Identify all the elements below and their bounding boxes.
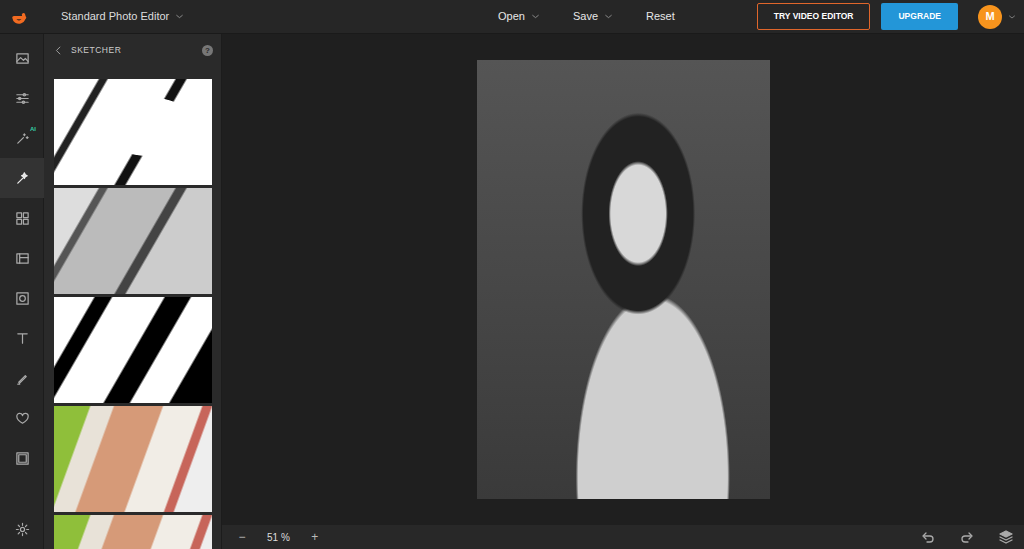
back-icon[interactable] [53,45,64,56]
frame-icon [15,291,30,306]
bottom-bar: − 51 % + [222,525,1024,549]
rail-item[interactable] [0,238,44,278]
photo[interactable] [477,60,770,499]
rail-item[interactable] [0,158,44,198]
rail-item[interactable] [0,438,44,478]
overlay-icon [15,251,30,266]
ai-badge: AI [30,125,36,134]
redo-icon[interactable] [936,529,975,545]
canvas-column: − 51 % + [222,34,1024,549]
preset-thumbnail[interactable] [54,188,212,294]
rail-item[interactable] [0,278,44,318]
menu-label[interactable]: Open [498,8,525,25]
preset-thumbnail[interactable] [54,297,212,403]
caret-icon [1002,13,1024,21]
workspace: AI SKETCHER? − 51 % + [0,34,1024,549]
gear-icon [15,522,30,537]
zoom-in-button[interactable]: + [307,528,323,546]
undo-icon[interactable] [897,529,936,545]
rail-item[interactable] [0,398,44,438]
rail-item[interactable] [0,318,44,358]
rail-item[interactable] [0,198,44,238]
layers-icon[interactable] [975,529,1014,545]
grid-icon [15,211,30,226]
adjust-icon [15,91,30,106]
ai-magic-icon [15,131,30,146]
panel-header: SKETCHER? [44,34,221,64]
draw-icon [15,371,30,386]
user-avatar[interactable]: M [978,5,1002,29]
preset-thumbnail[interactable] [54,406,212,512]
menu-label[interactable]: Reset [646,8,675,25]
menu-label[interactable]: Save [573,8,598,25]
preset-list [44,64,221,549]
canvas [222,34,1024,525]
effects-icon [15,171,30,186]
chevron-icon [525,12,540,21]
help-button[interactable]: ? [202,45,213,56]
app-title[interactable]: Standard Photo Editor [61,8,169,25]
rail-item[interactable] [0,358,44,398]
text-icon [15,331,30,346]
settings-button[interactable] [0,509,44,549]
rail-item[interactable] [0,38,44,78]
top-bar: Standard Photo Editor Open Save Reset TRY VI… [0,0,1024,34]
image-icon [15,51,30,66]
upgrade-button[interactable]: UPGRADE [881,3,958,30]
logo-icon [10,8,28,26]
preset-thumbnail[interactable] [54,515,212,549]
rail-item[interactable]: AI [0,118,44,158]
sketcher-panel: SKETCHER? [44,34,222,549]
border-icon [15,451,30,466]
menu-item[interactable]: Save [573,8,613,25]
zoom-level: 51 % [267,530,290,545]
menu-item[interactable]: Open [498,8,540,25]
menu-item[interactable]: Reset [646,8,675,25]
panel-title: SKETCHER [71,44,202,57]
preset-thumbnail[interactable] [54,79,212,185]
try-video-button[interactable]: TRY VIDEO EDITOR [757,3,871,30]
chevron-icon [598,12,613,21]
heart-icon [15,411,30,426]
app-switcher[interactable]: Standard Photo Editor [0,8,498,26]
tool-rail: AI [0,34,44,549]
zoom-out-button[interactable]: − [234,528,250,546]
chevron-icon [169,12,184,21]
rail-item[interactable] [0,78,44,118]
